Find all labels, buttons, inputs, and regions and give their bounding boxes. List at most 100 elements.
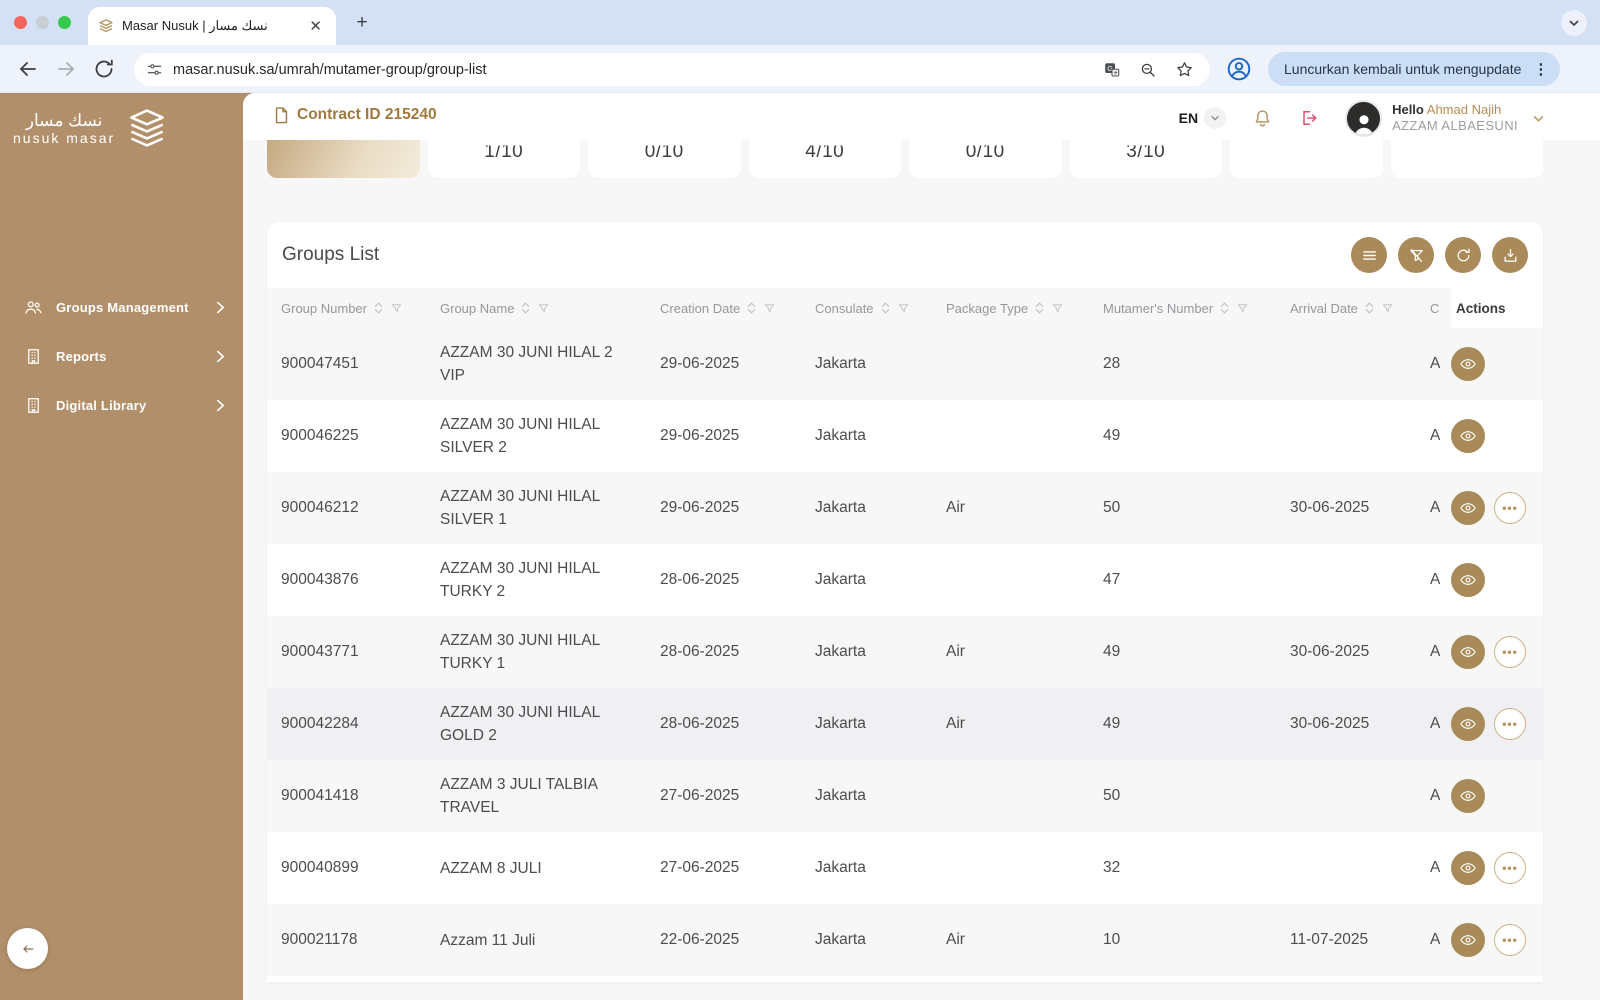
cell-package-type: Air [946, 931, 965, 948]
sidebar-item[interactable]: Digital Library [0, 381, 243, 430]
stat-card[interactable]: 4/10 [748, 140, 901, 178]
bookmark-star-icon[interactable] [1175, 60, 1194, 79]
view-group-button[interactable] [1451, 563, 1485, 597]
translate-icon[interactable]: G [1103, 61, 1121, 79]
cell-consulate: Jakarta [815, 427, 866, 444]
stat-card[interactable]: 0/10 [588, 140, 741, 178]
more-button[interactable]: ••• [1494, 852, 1526, 884]
stat-card[interactable]: 3/10 [1390, 140, 1543, 178]
more-button[interactable]: ••• [1494, 492, 1526, 524]
column-header: Package Type [946, 301, 1103, 316]
maximize-window-button[interactable] [58, 16, 71, 29]
row-actions: ••• [1451, 832, 1543, 904]
url-bar[interactable]: masar.nusuk.sa/umrah/mutamer-group/group… [134, 53, 1210, 86]
column-header: Group Name [440, 301, 660, 316]
language-dropdown-button[interactable] [1204, 107, 1227, 129]
eye-icon [1460, 575, 1476, 585]
more-button[interactable]: ••• [1494, 924, 1526, 956]
filter-icon[interactable] [897, 302, 910, 315]
cell-creation-date: 29-06-2025 [660, 499, 740, 516]
stat-value: 4/10 [805, 141, 845, 162]
app-body: نسك مسار nusuk masar Groups Management R… [0, 93, 1600, 1000]
sort-icon[interactable] [1364, 301, 1375, 315]
stat-card[interactable]: 3/10 [1069, 140, 1222, 178]
user-info[interactable]: Hello Ahmad Najih AZZAM ALBAESUNI [1392, 102, 1518, 134]
sort-icon[interactable] [373, 301, 384, 315]
sidebar-item[interactable]: Reports [0, 332, 243, 381]
stat-card[interactable]: 1/10 [427, 140, 580, 178]
favicon-book-icon [99, 19, 113, 32]
app-header: Contract ID 215240 EN Hello Ahmad Najih … [243, 93, 1600, 140]
language-selector[interactable]: EN [1179, 110, 1198, 126]
zoom-icon[interactable] [1139, 61, 1157, 79]
filter-icon[interactable] [1051, 302, 1064, 315]
row-actions: ••• [1451, 688, 1543, 760]
eye-icon [1460, 431, 1476, 441]
stat-card[interactable]: 2/10 [1230, 140, 1383, 178]
view-group-button[interactable] [1451, 635, 1485, 669]
cell-mutamers-number: 49 [1103, 715, 1121, 732]
arrow-left-icon [22, 944, 33, 953]
browser-tab[interactable]: Masar Nusuk | نسك مسار ✕ [88, 7, 336, 45]
user-menu-chevron-icon[interactable] [1532, 112, 1545, 125]
tab-search-button[interactable] [1561, 10, 1587, 36]
browser-menu-icon[interactable]: ⋮ [1533, 62, 1548, 77]
filter-icon[interactable] [537, 302, 550, 315]
cell-mutamers-number: 50 [1103, 787, 1121, 804]
stat-value: 0/10 [965, 141, 1005, 162]
row-actions [1451, 328, 1543, 400]
sidebar-item[interactable]: Groups Management [0, 283, 243, 332]
minimize-window-button[interactable] [36, 16, 49, 29]
row-actions: ••• [1451, 472, 1543, 544]
more-button[interactable]: ••• [1494, 636, 1526, 668]
cell-arrival-date: 11-07-2025 [1290, 931, 1369, 948]
view-group-button[interactable] [1451, 347, 1485, 381]
cell-group-name: AZZAM 3 JULI TALBIA TRAVEL [440, 776, 598, 816]
forward-button[interactable] [54, 57, 78, 81]
stat-card[interactable]: 0/10 [909, 140, 1062, 178]
view-group-button[interactable] [1451, 851, 1485, 885]
reload-button[interactable] [92, 57, 116, 81]
view-group-button[interactable] [1451, 923, 1485, 957]
filter-icon[interactable] [1381, 302, 1394, 315]
eye-icon [1460, 719, 1476, 729]
table-row: 900042284 AZZAM 30 JUNI HILAL GOLD 2 28-… [267, 688, 1543, 760]
sort-icon[interactable] [1219, 301, 1230, 315]
view-group-button[interactable] [1451, 419, 1485, 453]
sort-icon[interactable] [880, 301, 891, 315]
cell-creation-date: 29-06-2025 [660, 355, 740, 372]
new-tab-button[interactable]: + [349, 10, 375, 36]
back-button[interactable] [16, 57, 40, 81]
refresh-button[interactable] [1445, 237, 1481, 273]
user-avatar[interactable] [1345, 99, 1383, 137]
filter-icon[interactable] [390, 302, 403, 315]
cell-group-name: AZZAM 30 JUNI HILAL 2 VIP [440, 344, 613, 384]
tab-close-icon[interactable]: ✕ [305, 17, 326, 36]
cell-group-number: 900047451 [281, 355, 359, 372]
sort-icon[interactable] [746, 301, 757, 315]
columns-menu-button[interactable] [1351, 237, 1387, 273]
browser-update-button[interactable]: Luncurkan kembali untuk mengupdate ⋮ [1268, 52, 1561, 86]
stat-card[interactable] [267, 140, 420, 178]
sort-icon[interactable] [1034, 301, 1045, 315]
chevron-right-icon [216, 350, 225, 363]
close-window-button[interactable] [14, 16, 27, 29]
view-group-button[interactable] [1451, 707, 1485, 741]
row-actions: ••• [1451, 616, 1543, 688]
chevron-right-icon [216, 301, 225, 314]
clear-filters-button[interactable] [1398, 237, 1434, 273]
logout-button[interactable] [1299, 108, 1319, 128]
view-group-button[interactable] [1451, 779, 1485, 813]
eye-icon [1460, 791, 1476, 801]
site-settings-icon[interactable] [146, 61, 163, 78]
collapse-sidebar-button[interactable] [7, 928, 48, 969]
download-button[interactable] [1492, 237, 1528, 273]
view-group-button[interactable] [1451, 491, 1485, 525]
browser-profile-icon[interactable] [1226, 56, 1252, 82]
filter-icon[interactable] [763, 302, 776, 315]
notifications-button[interactable] [1252, 108, 1273, 129]
cell-consulate: Jakarta [815, 499, 866, 516]
filter-icon[interactable] [1236, 302, 1249, 315]
sort-icon[interactable] [520, 301, 531, 315]
more-button[interactable]: ••• [1494, 708, 1526, 740]
